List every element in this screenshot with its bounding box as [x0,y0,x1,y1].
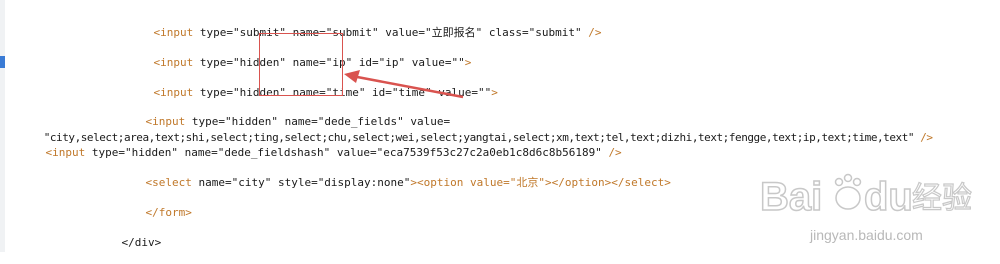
highlight-box [259,33,343,96]
logo-text-du: du [864,175,913,219]
code-close: /> [608,146,622,159]
watermark-url: jingyan.baidu.com [809,227,923,243]
code-attrs: type="hidden" name="dede_fieldshash" val… [85,146,609,159]
code-close: /> [588,26,602,39]
code-attrs: name="city" style="display:none" [191,176,411,189]
code-line-8: </form> [119,192,192,219]
logo-text-jingyan: 经验 [912,181,972,216]
code-line-6: <input type="hidden" name="dede_fieldsha… [19,132,622,159]
code-tag: <input [153,86,194,99]
code-close: > [464,56,472,69]
code-attrs: type="submit" name="submit" value="立即报名"… [193,26,589,39]
code-line-5: "city,select;area,text;shi,select;ting,s… [19,117,933,144]
baidu-logo: Bai du 经验 jingyan.baidu.com [759,173,973,243]
code-line-1: <input type="submit" name="submit" value… [127,12,602,39]
gutter-marker [0,56,5,68]
code-line-4: <input type="hidden" name="dede_fields" … [119,101,451,128]
code-close: > [491,86,498,99]
logo-text-bai: Bai [760,175,822,219]
code-tag: <select [145,176,192,189]
baidu-jingyan-watermark: Bai du 经验 jingyan.baidu.com [759,168,990,248]
paw-icon [834,173,862,210]
code-tag: <input [153,56,194,69]
editor-gutter [0,0,5,252]
code-close: /> [920,131,933,144]
code-line-9: </div> [95,222,162,249]
code-tag: </form> [145,206,192,219]
code-close: ><option value="北京"></option></select> [410,176,671,189]
code-tag: <input [45,146,86,159]
code-line-7: <select name="city" style="display:none"… [119,162,671,189]
code-tag: <input [153,26,194,39]
code-tag: </div> [121,236,162,249]
